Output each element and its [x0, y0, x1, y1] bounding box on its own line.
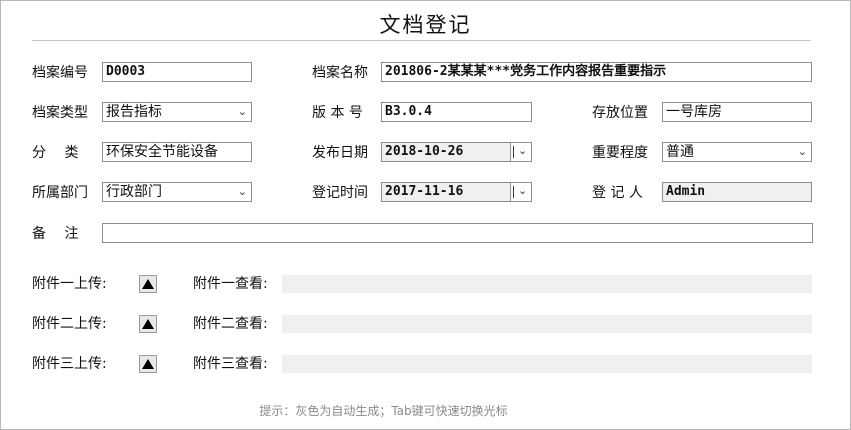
category-input[interactable]: 环保安全节能设备	[102, 142, 252, 162]
archive-type-label: 档案类型	[32, 105, 88, 121]
attachment-3-upload-label: 附件三上传:	[32, 356, 107, 372]
registrant-input[interactable]: Admin	[662, 182, 812, 202]
department-label: 所属部门	[32, 185, 88, 201]
publish-date-input[interactable]: 2018-10-26	[381, 142, 511, 162]
importance-label: 重要程度	[592, 145, 648, 161]
archive-no-label: 档案编号	[32, 65, 88, 81]
registrant-label: 登 记 人	[592, 185, 643, 201]
attachment-1-view-field[interactable]	[282, 275, 812, 293]
attachment-1-upload-label: 附件一上传:	[32, 276, 107, 292]
category-label: 分 类	[32, 145, 79, 161]
archive-name-input[interactable]: 201806-2某某某***党务工作内容报告重要指示	[381, 62, 812, 82]
cursor-bar-icon	[513, 186, 514, 198]
chevron-down-icon: ⌄	[237, 105, 247, 118]
attachment-2-upload-label: 附件二上传:	[32, 316, 107, 332]
version-input[interactable]: B3.0.4	[381, 102, 532, 122]
archive-type-value: 报告指标	[106, 104, 162, 120]
upload-triangle-icon	[142, 319, 154, 329]
register-time-input[interactable]: 2017-11-16	[381, 182, 511, 202]
upload-triangle-icon	[142, 279, 154, 289]
remarks-input[interactable]	[102, 223, 813, 243]
register-time-label: 登记时间	[312, 185, 368, 201]
location-input[interactable]: 一号库房	[662, 102, 812, 122]
version-label: 版 本 号	[312, 105, 363, 121]
hint-text: 提示：灰色为自动生成；Tab键可快速切换光标	[259, 404, 508, 418]
attachment-2-upload-button[interactable]	[139, 315, 157, 333]
attachment-2-view-label: 附件二查看:	[193, 316, 268, 332]
publish-date-label: 发布日期	[312, 145, 368, 161]
archive-no-input[interactable]: D0003	[102, 62, 252, 82]
title-divider	[32, 40, 811, 41]
publish-date-picker-button[interactable]: ⌄	[510, 142, 532, 162]
location-label: 存放位置	[592, 105, 648, 121]
remarks-label: 备 注	[32, 226, 79, 242]
chevron-down-icon: ⌄	[518, 144, 528, 157]
chevron-down-icon: ⌄	[518, 184, 528, 197]
chevron-down-icon: ⌄	[237, 185, 247, 198]
chevron-down-icon: ⌄	[797, 145, 807, 158]
importance-value: 普通	[666, 144, 694, 160]
department-value: 行政部门	[106, 184, 162, 200]
archive-name-label: 档案名称	[312, 65, 368, 81]
department-select[interactable]: 行政部门 ⌄	[102, 182, 252, 202]
attachment-2-view-field[interactable]	[282, 315, 812, 333]
register-time-picker-button[interactable]: ⌄	[510, 182, 532, 202]
attachment-3-upload-button[interactable]	[139, 355, 157, 373]
page-title: 文档登记	[379, 13, 472, 37]
importance-select[interactable]: 普通 ⌄	[662, 142, 812, 162]
cursor-bar-icon	[513, 146, 514, 158]
upload-triangle-icon	[142, 359, 154, 369]
attachment-1-view-label: 附件一查看:	[193, 276, 268, 292]
attachment-3-view-field[interactable]	[282, 355, 812, 373]
attachment-1-upload-button[interactable]	[139, 275, 157, 293]
archive-type-select[interactable]: 报告指标 ⌄	[102, 102, 252, 122]
attachment-3-view-label: 附件三查看:	[193, 356, 268, 372]
